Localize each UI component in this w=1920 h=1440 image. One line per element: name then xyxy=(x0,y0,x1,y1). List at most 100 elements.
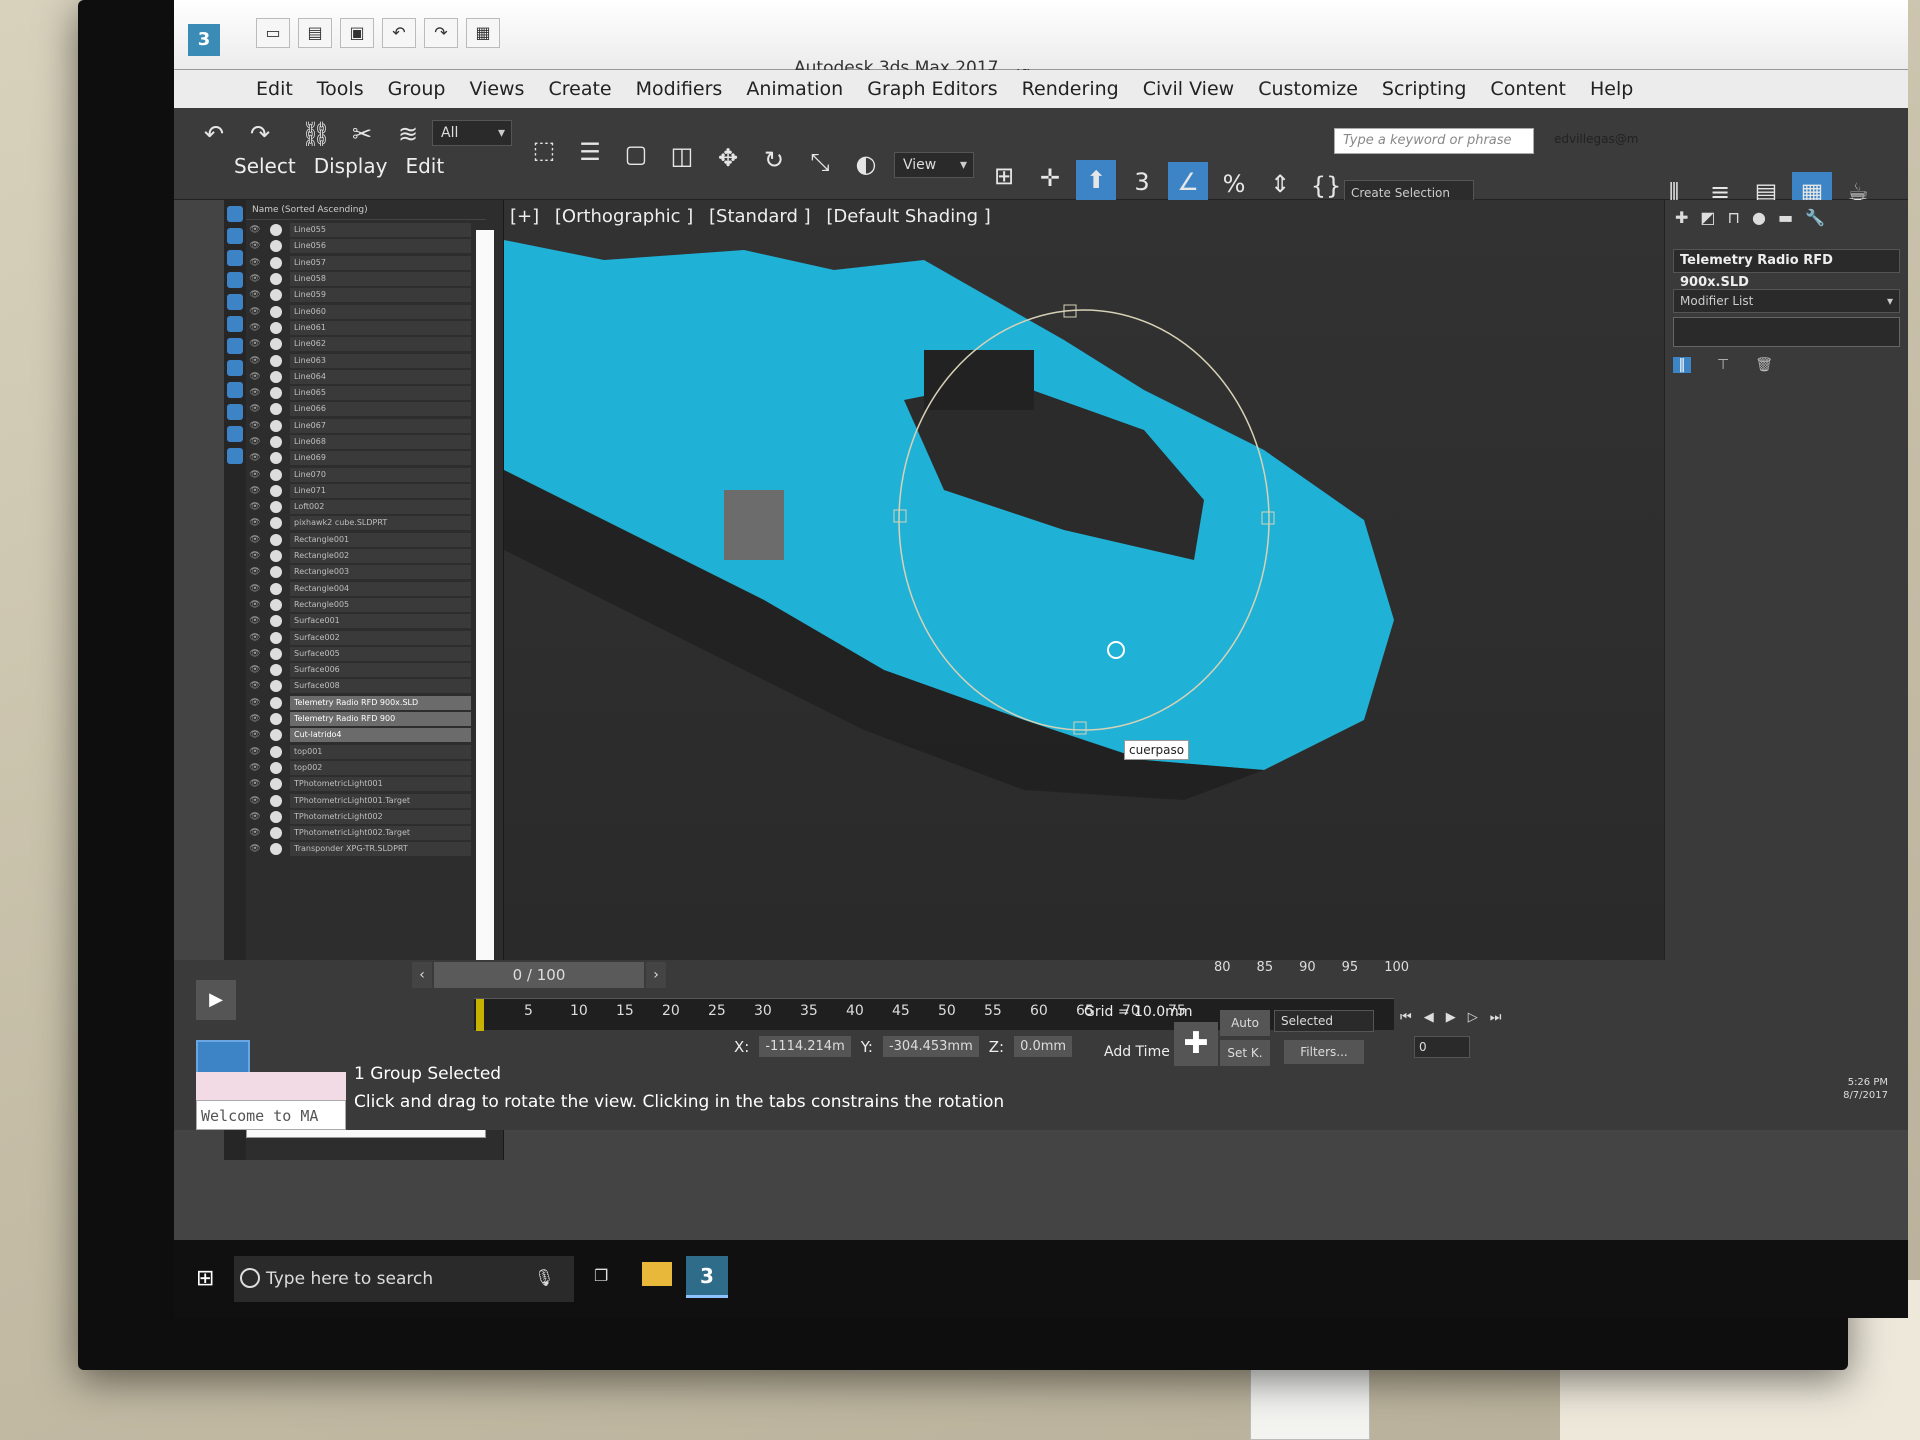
filter-cameras-icon[interactable] xyxy=(227,272,243,288)
visibility-eye-icon[interactable]: 👁 xyxy=(246,502,264,512)
pin-stack-icon[interactable]: ‖ xyxy=(1673,357,1691,373)
time-slider-prev-icon[interactable]: ‹ xyxy=(412,962,432,988)
filter-bones-icon[interactable] xyxy=(227,382,243,398)
visibility-eye-icon[interactable]: 👁 xyxy=(246,763,264,773)
list-item[interactable]: 👁 Surface001 xyxy=(246,613,471,629)
list-item[interactable]: 👁 Line070 xyxy=(246,466,471,482)
rectangular-selection-icon[interactable]: ▢ xyxy=(616,134,656,174)
list-item[interactable]: 👁 Loft002 xyxy=(246,499,471,515)
list-item[interactable]: 👁 Rectangle002 xyxy=(246,548,471,564)
undo-icon[interactable]: ↶ xyxy=(382,18,416,48)
menu-civil-view[interactable]: Civil View xyxy=(1131,78,1246,100)
motion-tab-icon[interactable]: ● xyxy=(1752,208,1766,227)
rotate-icon[interactable]: ↻ xyxy=(754,140,794,180)
selection-filter-dropdown[interactable]: All xyxy=(432,120,512,146)
visibility-eye-icon[interactable]: 👁 xyxy=(246,290,264,300)
angle-snap-icon[interactable]: ∠ xyxy=(1168,162,1208,202)
pivot-center-icon[interactable]: ⊞ xyxy=(984,156,1024,196)
filter-lights-icon[interactable] xyxy=(227,250,243,266)
modify-tab-icon[interactable]: ◩ xyxy=(1700,208,1715,227)
list-item[interactable]: 👁 Line065 xyxy=(246,385,471,401)
visibility-eye-icon[interactable]: 👁 xyxy=(246,567,264,577)
search-input[interactable]: Type a keyword or phrase xyxy=(1334,128,1534,154)
filter-space-warps-icon[interactable] xyxy=(227,316,243,332)
3dsmax-taskbar-icon[interactable]: 3 xyxy=(686,1256,728,1298)
telemetry-radio-box[interactable] xyxy=(924,350,1034,410)
visibility-eye-icon[interactable]: 👁 xyxy=(246,307,264,317)
list-item[interactable]: 👁 Line071 xyxy=(246,483,471,499)
list-item[interactable]: 👁 Line057 xyxy=(246,255,471,271)
list-item[interactable]: 👁 top001 xyxy=(246,744,471,760)
menu-graph-editors[interactable]: Graph Editors xyxy=(855,78,1009,100)
list-item[interactable]: 👁 Line061 xyxy=(246,320,471,336)
visibility-eye-icon[interactable]: 👁 xyxy=(246,453,264,463)
visibility-eye-icon[interactable]: 👁 xyxy=(246,779,264,789)
list-item[interactable]: 👁 Line059 xyxy=(246,287,471,303)
menu-modifiers[interactable]: Modifiers xyxy=(624,78,735,100)
place-icon[interactable]: ◐ xyxy=(846,144,886,184)
x-coordinate-field[interactable]: -1114.214m xyxy=(759,1036,851,1057)
filter-frozen-icon[interactable] xyxy=(227,426,243,442)
visibility-eye-icon[interactable]: 👁 xyxy=(246,274,264,284)
open-file-icon[interactable]: ▤ xyxy=(298,18,332,48)
visibility-eye-icon[interactable]: 👁 xyxy=(246,844,264,854)
list-item[interactable]: 👁 top002 xyxy=(246,760,471,776)
visibility-eye-icon[interactable]: 👁 xyxy=(246,404,264,414)
menu-help[interactable]: Help xyxy=(1578,78,1645,100)
visibility-eye-icon[interactable]: 👁 xyxy=(246,649,264,659)
key-filter-dropdown[interactable]: Selected xyxy=(1274,1010,1374,1032)
go-to-start-icon[interactable]: ⏮ xyxy=(1400,1010,1412,1025)
snaps-toggle-icon[interactable]: 3 xyxy=(1122,162,1162,202)
visibility-eye-icon[interactable]: 👁 xyxy=(246,323,264,333)
show-end-result-icon[interactable]: ⊤ xyxy=(1717,357,1729,373)
visibility-eye-icon[interactable]: 👁 xyxy=(246,258,264,268)
tab-select[interactable]: Select xyxy=(234,154,296,178)
tab-edit[interactable]: Edit xyxy=(405,154,444,178)
visibility-eye-icon[interactable]: 👁 xyxy=(246,616,264,626)
viewport-orthographic[interactable]: [+] [Orthographic ] [Standard ] [Default… xyxy=(504,200,1664,960)
windows-start-icon[interactable]: ⊞ xyxy=(196,1266,214,1291)
play-icon[interactable]: ▶ xyxy=(196,980,236,1020)
list-item[interactable]: 👁 Rectangle003 xyxy=(246,564,471,580)
visibility-eye-icon[interactable]: 👁 xyxy=(246,372,264,382)
move-icon[interactable]: ✥ xyxy=(708,138,748,178)
y-coordinate-field[interactable]: -304.453mm xyxy=(882,1036,979,1057)
list-item[interactable]: 👁 Line068 xyxy=(246,434,471,450)
keyboard-shortcut-override-icon[interactable]: ⬆ xyxy=(1076,160,1116,200)
visibility-eye-icon[interactable]: 👁 xyxy=(246,241,264,251)
set-key-icon[interactable]: ✚ xyxy=(1174,1022,1218,1066)
visibility-eye-icon[interactable]: 👁 xyxy=(246,698,264,708)
utilities-tab-icon[interactable]: 🔧 xyxy=(1805,208,1825,227)
filter-shapes-icon[interactable] xyxy=(227,228,243,244)
visibility-eye-icon[interactable]: 👁 xyxy=(246,812,264,822)
list-item[interactable]: 👁 Line069 xyxy=(246,450,471,466)
list-item[interactable]: 👁 Line066 xyxy=(246,401,471,417)
time-slider[interactable]: 0 / 100 xyxy=(434,962,644,988)
select-manipulate-icon[interactable]: ✛ xyxy=(1030,158,1070,198)
filter-geometry-icon[interactable] xyxy=(227,206,243,222)
list-item[interactable]: 👁 Line062 xyxy=(246,336,471,352)
list-item[interactable]: 👁 Cut-latrido4 xyxy=(246,727,471,743)
list-item[interactable]: 👁 Line064 xyxy=(246,369,471,385)
list-item[interactable]: 👁 Telemetry Radio RFD 900x.SLD xyxy=(246,695,471,711)
visibility-eye-icon[interactable]: 👁 xyxy=(246,681,264,691)
delete-modifier-icon[interactable]: 🗑 xyxy=(1755,357,1773,373)
bind-space-warp-icon[interactable]: ≋ xyxy=(388,114,428,154)
previous-frame-icon[interactable]: ◀ xyxy=(1424,1010,1434,1025)
list-item[interactable]: 👁 Rectangle005 xyxy=(246,597,471,613)
menu-content[interactable]: Content xyxy=(1478,78,1578,100)
list-item[interactable]: 👁 Line063 xyxy=(246,352,471,368)
menu-customize[interactable]: Customize xyxy=(1246,78,1370,100)
auto-key-button[interactable]: Auto xyxy=(1220,1010,1270,1036)
menu-group[interactable]: Group xyxy=(376,78,458,100)
display-tab-icon[interactable]: ▬ xyxy=(1778,208,1793,227)
visibility-eye-icon[interactable]: 👁 xyxy=(246,437,264,447)
go-to-end-icon[interactable]: ⏭ xyxy=(1490,1010,1502,1025)
model-body[interactable] xyxy=(504,240,1394,770)
reference-coordinate-dropdown[interactable]: View xyxy=(894,152,974,178)
current-frame-field[interactable]: 0 xyxy=(1414,1036,1470,1058)
user-account[interactable]: edvillegas@m xyxy=(1554,132,1638,146)
unlink-icon[interactable]: ✂ xyxy=(342,114,382,154)
redo-icon[interactable]: ↷ xyxy=(240,114,280,154)
percent-snap-icon[interactable]: % xyxy=(1214,164,1254,204)
